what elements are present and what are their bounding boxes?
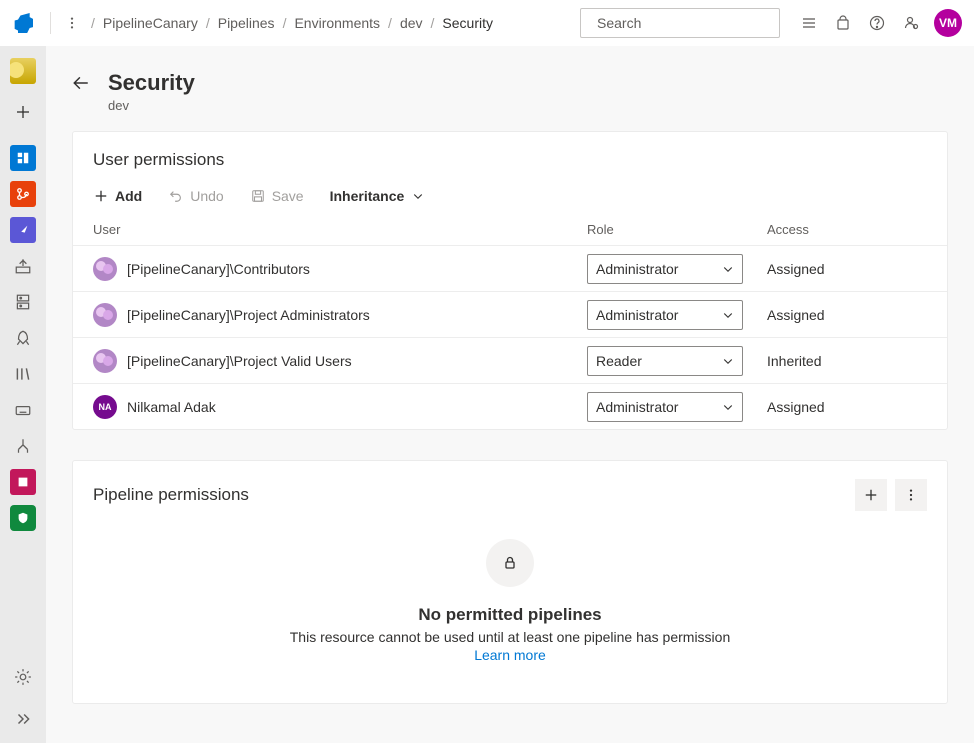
pipeline-more-button[interactable] bbox=[895, 479, 927, 511]
repos-icon[interactable] bbox=[8, 179, 38, 209]
pipelines-icon[interactable] bbox=[8, 215, 38, 245]
pipeline-permissions-title: Pipeline permissions bbox=[93, 485, 847, 505]
group-avatar-icon bbox=[93, 257, 117, 281]
user-name: Nilkamal Adak bbox=[127, 399, 216, 415]
table-row[interactable]: [PipelineCanary]\Project Valid Users Rea… bbox=[73, 337, 947, 383]
access-value: Assigned bbox=[767, 399, 927, 415]
rocket-icon[interactable] bbox=[8, 323, 38, 353]
pipeline-empty-state: No permitted pipelines This resource can… bbox=[73, 529, 947, 703]
role-value: Administrator bbox=[596, 307, 678, 323]
expand-icon[interactable] bbox=[8, 704, 38, 734]
plus-icon[interactable] bbox=[8, 97, 38, 127]
learn-more-link[interactable]: Learn more bbox=[474, 647, 546, 663]
azure-devops-logo[interactable] bbox=[0, 0, 46, 46]
pipeline-permissions-card: Pipeline permissions No permitted pipeli… bbox=[72, 460, 948, 704]
empty-subtitle: This resource cannot be used until at le… bbox=[290, 629, 730, 645]
user-name: [PipelineCanary]\Project Administrators bbox=[127, 307, 370, 323]
add-label: Add bbox=[115, 188, 142, 204]
chevron-down-icon bbox=[410, 188, 426, 204]
col-role: Role bbox=[587, 222, 767, 237]
topbar: / PipelineCanary / Pipelines / Environme… bbox=[0, 0, 974, 46]
library-icon[interactable] bbox=[8, 359, 38, 389]
breadcrumb: / PipelineCanary / Pipelines / Environme… bbox=[91, 15, 493, 31]
nav-rail bbox=[0, 46, 46, 743]
artifacts-icon[interactable] bbox=[8, 467, 38, 497]
page-title: Security bbox=[108, 70, 195, 96]
col-user: User bbox=[93, 222, 587, 237]
boards-icon[interactable] bbox=[8, 143, 38, 173]
inheritance-dropdown[interactable]: Inheritance bbox=[330, 188, 427, 204]
inheritance-label: Inheritance bbox=[330, 188, 405, 204]
chevron-down-icon bbox=[722, 355, 734, 367]
undo-icon bbox=[168, 188, 184, 204]
chevron-down-icon bbox=[722, 309, 734, 321]
compliance-icon[interactable] bbox=[8, 503, 38, 533]
add-pipeline-button[interactable] bbox=[855, 479, 887, 511]
access-value: Assigned bbox=[767, 307, 927, 323]
save-label: Save bbox=[272, 188, 304, 204]
user-settings-icon[interactable] bbox=[894, 6, 928, 40]
breadcrumb-item-0[interactable]: PipelineCanary bbox=[103, 15, 198, 31]
project-icon[interactable] bbox=[10, 58, 36, 84]
page-subtitle: dev bbox=[108, 98, 195, 113]
role-value: Administrator bbox=[596, 261, 678, 277]
empty-title: No permitted pipelines bbox=[418, 605, 601, 625]
search-input[interactable] bbox=[595, 14, 780, 32]
user-permissions-title: User permissions bbox=[93, 150, 927, 170]
save-icon bbox=[250, 188, 266, 204]
undo-button: Undo bbox=[168, 188, 223, 204]
chevron-down-icon bbox=[722, 263, 734, 275]
list-icon[interactable] bbox=[792, 6, 826, 40]
access-value: Assigned bbox=[767, 261, 927, 277]
keyboard-icon[interactable] bbox=[8, 395, 38, 425]
breadcrumb-item-4[interactable]: Security bbox=[442, 15, 493, 31]
main-content: Security dev User permissions Add bbox=[46, 46, 974, 743]
user-permissions-toolbar: Add Undo Save Inheritance bbox=[93, 188, 927, 204]
permissions-table-header: User Role Access bbox=[93, 204, 927, 245]
breadcrumb-item-1[interactable]: Pipelines bbox=[218, 15, 275, 31]
back-button[interactable] bbox=[72, 74, 90, 92]
user-name: [PipelineCanary]\Contributors bbox=[127, 261, 310, 277]
role-value: Reader bbox=[596, 353, 642, 369]
breadcrumb-item-2[interactable]: Environments bbox=[294, 15, 380, 31]
role-select[interactable]: Administrator bbox=[587, 392, 743, 422]
taskgroup-icon[interactable] bbox=[8, 431, 38, 461]
settings-icon[interactable] bbox=[8, 662, 38, 692]
table-row[interactable]: [PipelineCanary]\Project Administrators … bbox=[73, 291, 947, 337]
chevron-down-icon bbox=[722, 401, 734, 413]
undo-label: Undo bbox=[190, 188, 223, 204]
role-value: Administrator bbox=[596, 399, 678, 415]
access-value: Inherited bbox=[767, 353, 927, 369]
col-access: Access bbox=[767, 222, 927, 237]
role-select[interactable]: Administrator bbox=[587, 254, 743, 284]
deploy-icon[interactable] bbox=[8, 251, 38, 281]
role-select[interactable]: Administrator bbox=[587, 300, 743, 330]
user-avatar-icon: NA bbox=[93, 395, 117, 419]
plus-icon bbox=[93, 188, 109, 204]
server-icon[interactable] bbox=[8, 287, 38, 317]
breadcrumb-sep: / bbox=[91, 15, 95, 31]
group-avatar-icon bbox=[93, 303, 117, 327]
user-name: [PipelineCanary]\Project Valid Users bbox=[127, 353, 352, 369]
divider bbox=[50, 12, 51, 34]
group-avatar-icon bbox=[93, 349, 117, 373]
lock-icon bbox=[486, 539, 534, 587]
user-avatar[interactable]: VM bbox=[934, 9, 962, 37]
add-button[interactable]: Add bbox=[93, 188, 142, 204]
table-row[interactable]: NA Nilkamal Adak Administrator Assigned bbox=[73, 383, 947, 429]
shopping-bag-icon[interactable] bbox=[826, 6, 860, 40]
breadcrumb-item-3[interactable]: dev bbox=[400, 15, 423, 31]
help-icon[interactable] bbox=[860, 6, 894, 40]
user-permissions-card: User permissions Add Undo Save bbox=[72, 131, 948, 430]
role-select[interactable]: Reader bbox=[587, 346, 743, 376]
table-row[interactable]: [PipelineCanary]\Contributors Administra… bbox=[73, 245, 947, 291]
save-button: Save bbox=[250, 188, 304, 204]
search-box[interactable] bbox=[580, 8, 780, 38]
more-icon[interactable] bbox=[55, 6, 89, 40]
